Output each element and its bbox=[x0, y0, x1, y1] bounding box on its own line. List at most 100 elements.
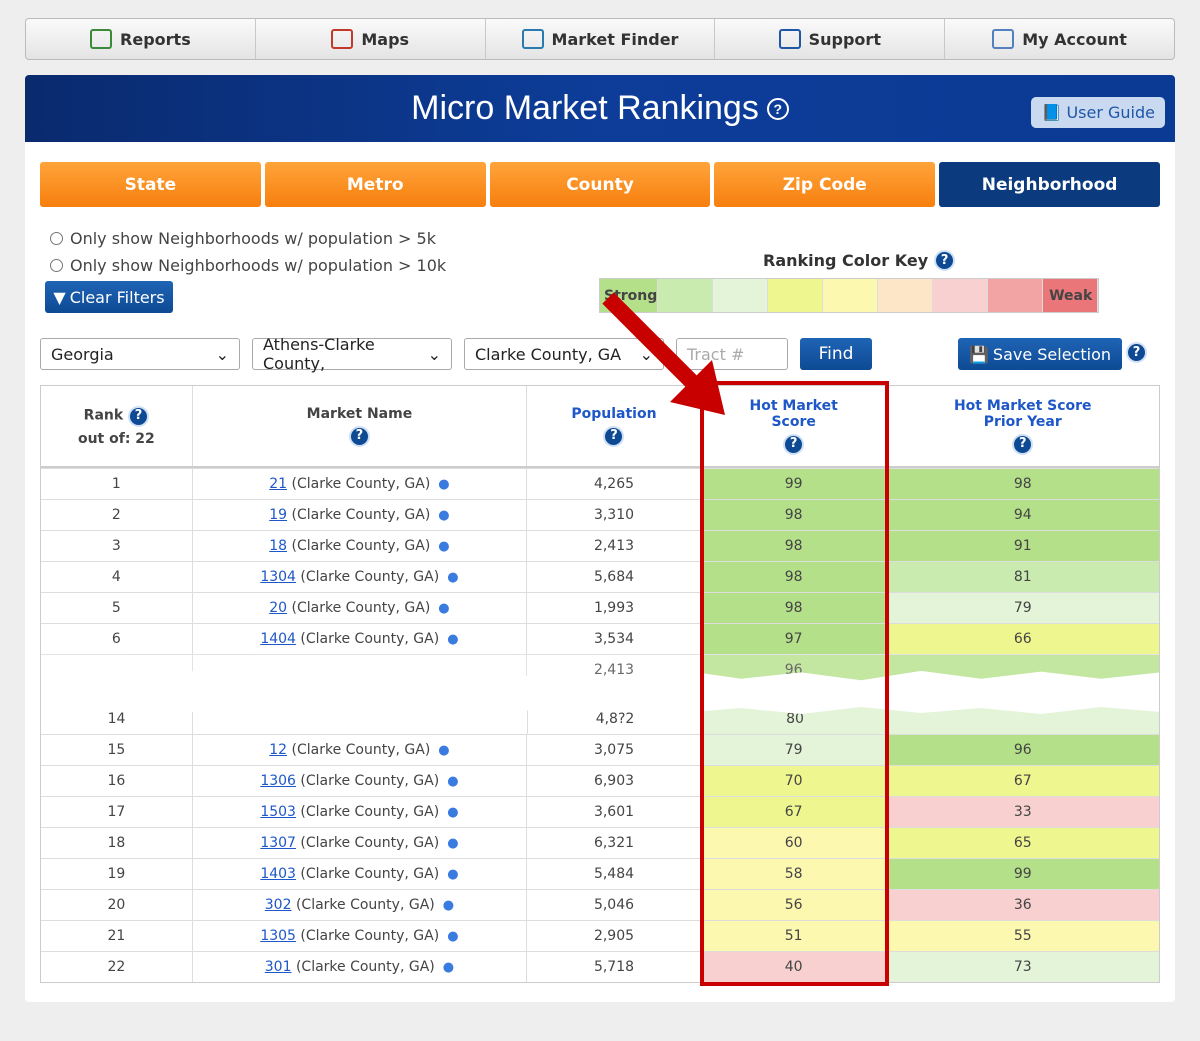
help-icon[interactable]: ? bbox=[766, 97, 789, 120]
col-market-name: Market Name? bbox=[193, 386, 528, 466]
map-pin-icon[interactable]: ● bbox=[443, 960, 454, 975]
user-guide-button[interactable]: 📘 User Guide bbox=[1031, 97, 1165, 128]
color-key: Strong Weak bbox=[599, 278, 1099, 313]
market-finder-icon bbox=[521, 29, 544, 49]
market-link[interactable]: 1307 bbox=[260, 835, 296, 851]
color-key-swatch bbox=[933, 279, 989, 312]
market-link[interactable]: 1403 bbox=[260, 866, 296, 882]
color-key-swatch bbox=[878, 279, 934, 312]
rankings-table: Rank ? out of: 22 Market Name? Population… bbox=[40, 385, 1160, 983]
col-population[interactable]: Population? bbox=[527, 386, 702, 466]
tab-metro[interactable]: Metro bbox=[264, 162, 486, 207]
color-key-swatch bbox=[823, 279, 879, 312]
nav-reports[interactable]: Reports bbox=[26, 19, 256, 59]
map-pin-icon[interactable]: ● bbox=[447, 632, 458, 647]
map-pin-icon[interactable]: ● bbox=[447, 867, 458, 882]
filter-pop-5k[interactable]: Only show Neighborhoods w/ population > … bbox=[50, 229, 436, 248]
color-key-swatch bbox=[658, 279, 714, 312]
map-pin-icon[interactable]: ● bbox=[438, 601, 449, 616]
market-link[interactable]: 1304 bbox=[260, 569, 296, 585]
col-rank: Rank ? out of: 22 bbox=[41, 386, 193, 466]
table-row: 22 301 (Clarke County, GA) ● 5,718 40 73 bbox=[41, 951, 1160, 982]
color-key-swatch bbox=[988, 279, 1044, 312]
table-row: 19 1403 (Clarke County, GA) ● 5,484 58 99 bbox=[41, 858, 1160, 889]
help-icon[interactable]: ? bbox=[934, 250, 956, 271]
market-link[interactable]: 21 bbox=[269, 476, 287, 492]
color-key-swatch bbox=[768, 279, 824, 312]
map-pin-icon[interactable]: ● bbox=[447, 805, 458, 820]
table-header: Rank ? out of: 22 Market Name? Population… bbox=[41, 386, 1159, 468]
market-link[interactable]: 1404 bbox=[260, 631, 296, 647]
nav-market-finder[interactable]: Market Finder bbox=[486, 19, 716, 59]
col-hot-market-score[interactable]: Hot Market Score? bbox=[702, 386, 887, 466]
col-prior-year[interactable]: Hot Market Score Prior Year? bbox=[887, 386, 1160, 466]
tab-zip-code[interactable]: Zip Code bbox=[714, 162, 936, 207]
chevron-down-icon: ⌄ bbox=[639, 344, 653, 364]
map-pin-icon[interactable]: ● bbox=[447, 836, 458, 851]
map-pin-icon[interactable]: ● bbox=[447, 774, 458, 789]
market-link[interactable]: 18 bbox=[269, 538, 287, 554]
help-icon[interactable]: ? bbox=[348, 425, 370, 447]
table-row: 15 12 (Clarke County, GA) ● 3,075 79 96 bbox=[41, 734, 1160, 765]
top-nav: Reports Maps Market Finder Support My Accoun… bbox=[25, 18, 1175, 60]
table-row: 6 1404 (Clarke County, GA) ● 3,534 97 66 bbox=[41, 623, 1160, 654]
market-link[interactable]: 301 bbox=[265, 959, 292, 975]
table-row: 1 21 (Clarke County, GA) ● 4,265 99 98 bbox=[41, 468, 1160, 499]
market-link[interactable]: 302 bbox=[265, 897, 292, 913]
save-selection-button[interactable]: 💾 Save Selection bbox=[958, 338, 1122, 370]
map-pin-icon[interactable]: ● bbox=[438, 743, 449, 758]
phone-icon bbox=[778, 29, 801, 49]
nav-support[interactable]: Support bbox=[715, 19, 946, 59]
market-link[interactable]: 19 bbox=[269, 507, 287, 523]
market-link[interactable]: 12 bbox=[269, 742, 287, 758]
chevron-down-icon: ⌄ bbox=[215, 344, 229, 364]
market-link[interactable]: 1305 bbox=[260, 928, 296, 944]
tab-county[interactable]: County bbox=[489, 162, 711, 207]
color-key-swatch: Strong bbox=[600, 279, 659, 312]
county-select[interactable]: Clarke County, GA ⌄ bbox=[464, 338, 664, 370]
table-row: 18 1307 (Clarke County, GA) ● 6,321 60 65 bbox=[41, 827, 1160, 858]
filter-pop-10k[interactable]: Only show Neighborhoods w/ population > … bbox=[50, 256, 446, 275]
table-row: 17 1503 (Clarke County, GA) ● 3,601 67 33 bbox=[41, 796, 1160, 827]
table-row: 20 302 (Clarke County, GA) ● 5,046 56 36 bbox=[41, 889, 1160, 920]
tab-state[interactable]: State bbox=[40, 162, 261, 207]
market-link[interactable]: 20 bbox=[269, 600, 287, 616]
color-key-title: Ranking Color Key? bbox=[763, 250, 956, 271]
tab-neighborhood[interactable]: Neighborhood bbox=[939, 162, 1160, 207]
state-select[interactable]: Georgia ⌄ bbox=[40, 338, 240, 370]
radio-icon[interactable] bbox=[50, 259, 63, 272]
map-pin-icon[interactable]: ● bbox=[438, 508, 449, 523]
table-row: 3 18 (Clarke County, GA) ● 2,413 98 91 bbox=[41, 530, 1160, 561]
market-link[interactable]: 1503 bbox=[260, 804, 296, 820]
metro-select[interactable]: Athens-Clarke County, ⌄ bbox=[252, 335, 452, 373]
table-row: 2 19 (Clarke County, GA) ● 3,310 98 94 bbox=[41, 499, 1160, 530]
help-icon[interactable]: ? bbox=[783, 433, 805, 455]
color-key-swatch: Weak bbox=[1043, 279, 1099, 312]
help-icon[interactable]: ? bbox=[1012, 433, 1034, 455]
help-icon[interactable]: ? bbox=[128, 405, 150, 427]
map-pin-icon[interactable]: ● bbox=[447, 929, 458, 944]
map-pin-icon[interactable]: ● bbox=[438, 477, 449, 492]
nav-my-account[interactable]: My Account bbox=[945, 19, 1174, 59]
level-tabs: State Metro County Zip Code Neighborhood bbox=[40, 162, 1160, 207]
table-row: 4 1304 (Clarke County, GA) ● 5,684 98 81 bbox=[41, 561, 1160, 592]
help-icon[interactable]: ? bbox=[603, 425, 625, 447]
chevron-down-icon: ⌄ bbox=[427, 344, 441, 364]
maps-icon bbox=[331, 29, 354, 49]
map-pin-icon[interactable]: ● bbox=[443, 898, 454, 913]
find-button[interactable]: Find bbox=[800, 338, 872, 370]
page-title: Micro Market Rankings? bbox=[411, 89, 789, 128]
reports-icon bbox=[90, 29, 113, 49]
map-pin-icon[interactable]: ● bbox=[438, 539, 449, 554]
table-row: 21 1305 (Clarke County, GA) ● 2,905 51 55 bbox=[41, 920, 1160, 951]
torn-gap: 2,413 96 14 4,8?2 80 bbox=[41, 654, 1159, 734]
market-link[interactable]: 1306 bbox=[260, 773, 296, 789]
banner: Micro Market Rankings? 📘 User Guide bbox=[25, 75, 1175, 142]
help-icon[interactable]: ? bbox=[1126, 342, 1147, 363]
map-pin-icon[interactable]: ● bbox=[447, 570, 458, 585]
clear-filters-button[interactable]: ▼ Clear Filters bbox=[45, 281, 173, 313]
radio-icon[interactable] bbox=[50, 232, 63, 245]
filter-icon: ▼ bbox=[53, 287, 66, 307]
nav-maps[interactable]: Maps bbox=[256, 19, 486, 59]
tract-input[interactable]: Tract # bbox=[676, 338, 788, 370]
